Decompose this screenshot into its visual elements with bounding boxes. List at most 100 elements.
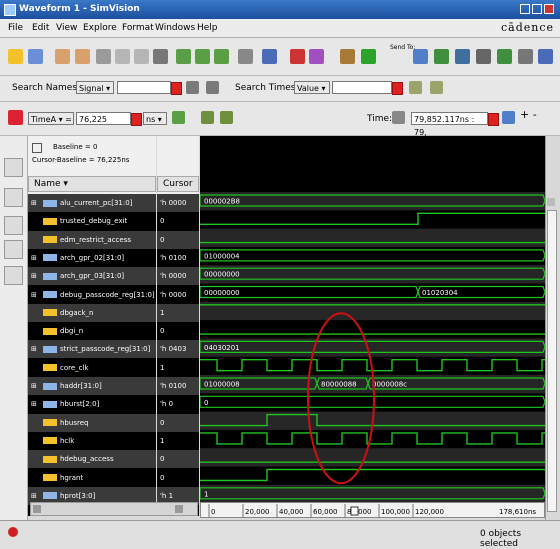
schematic-icon[interactable]: [262, 49, 277, 64]
signal-row-trusted-debug-exit[interactable]: trusted_debug_exit: [28, 212, 156, 231]
vertical-scrollbar[interactable]: [545, 136, 557, 520]
minimize-button[interactable]: [520, 4, 530, 14]
expression-tool-icon[interactable]: [4, 240, 23, 259]
search-times-backward-icon[interactable]: [409, 81, 422, 94]
gear-icon[interactable]: [340, 49, 355, 64]
signal-row-haddr[interactable]: ⊞ haddr[31:0]: [28, 377, 156, 395]
waveform-select-icon[interactable]: [238, 49, 253, 64]
search-names-type-select[interactable]: Signal ▾: [76, 81, 114, 94]
horizontal-scrollbar[interactable]: [30, 502, 198, 516]
send-register-icon[interactable]: [455, 49, 470, 64]
time-a-input[interactable]: 76,225: [76, 112, 131, 125]
search-times-forward-icon[interactable]: [430, 81, 443, 94]
send-list-icon[interactable]: [518, 49, 533, 64]
cursor-flag-icon[interactable]: [8, 110, 23, 125]
save-icon[interactable]: [28, 49, 43, 64]
redo-icon[interactable]: [75, 49, 90, 64]
time-unit-select[interactable]: ns ▾: [143, 112, 167, 125]
signal-row-arch-gpr-02[interactable]: ⊞ arch_gpr_02[31:0]: [28, 248, 156, 267]
paste-icon[interactable]: [134, 49, 149, 64]
overview-ruler[interactable]: 0 20,000 40,000 60,000 80,000 100,000 120,000 1…: [201, 503, 546, 519]
signal-row-strict-passcode-reg[interactable]: ⊞ strict_passcode_reg[31:0]: [28, 340, 156, 359]
time-a-dropdown-button[interactable]: [131, 113, 142, 126]
signal-row-dbgack-n[interactable]: dbgack_n: [28, 303, 156, 322]
scroll-thumb[interactable]: [547, 210, 557, 512]
zoom-magnifier-icon[interactable]: [502, 111, 515, 124]
expand-icon[interactable]: ⊞: [31, 377, 43, 395]
signal-row-hbusreq[interactable]: hbusreq: [28, 413, 156, 432]
send-memory-icon[interactable]: [476, 49, 491, 64]
add-icon[interactable]: [361, 49, 376, 64]
compare-tool-icon[interactable]: [4, 266, 23, 285]
open-design-icon[interactable]: [8, 49, 23, 64]
zoom-tool-icon[interactable]: [4, 158, 23, 177]
signal-name: haddr[31:0]: [60, 382, 102, 390]
search-times-type-select[interactable]: Value ▾: [294, 81, 330, 94]
waveform-time-ruler[interactable]: ,850ns79,860ns79,870ns79,880ns79,890ns79…: [200, 136, 545, 193]
scroll-left-arrow-icon[interactable]: [33, 505, 41, 513]
next-edge-icon[interactable]: [220, 111, 233, 124]
time-range-icon[interactable]: [392, 111, 405, 124]
maximize-button[interactable]: [532, 4, 542, 14]
search-times-dropdown-button[interactable]: [392, 82, 403, 95]
search-times-input[interactable]: [332, 81, 392, 94]
menu-edit[interactable]: Edit: [32, 23, 49, 33]
cursor-column-header[interactable]: Cursor ▾: [157, 176, 199, 203]
close-button[interactable]: [544, 4, 554, 14]
expand-icon[interactable]: ⊞: [31, 194, 43, 212]
waveform-display[interactable]: 000002B8 01000004 00000000 00000000 01020304…: [200, 176, 545, 504]
menu-file[interactable]: File: [8, 23, 23, 33]
expand-icon[interactable]: ⊞: [31, 340, 43, 358]
zoom-out-icon[interactable]: [176, 49, 191, 64]
trace-tool-icon[interactable]: [4, 216, 23, 235]
zoom-in-out-icon[interactable]: + -: [520, 108, 537, 121]
snap-icon[interactable]: [172, 111, 185, 124]
menu-windows[interactable]: Windows: [155, 23, 195, 33]
time-range-dropdown-button[interactable]: [488, 113, 499, 126]
send-schematic-icon[interactable]: [434, 49, 449, 64]
signal-row-alu-current-pc[interactable]: ⊞ alu_current_pc[31:0]: [28, 194, 156, 212]
signal-row-core-clk[interactable]: core_clk: [28, 358, 156, 377]
search-forward-icon[interactable]: [206, 81, 219, 94]
signal-row-hgrant[interactable]: hgrant: [28, 468, 156, 487]
menu-help[interactable]: Help: [197, 23, 218, 33]
send-waveform-icon[interactable]: [538, 49, 553, 64]
expand-icon[interactable]: ⊞: [31, 395, 43, 413]
marker-icon[interactable]: [290, 49, 305, 64]
undo-icon[interactable]: [55, 49, 70, 64]
send-source-icon[interactable]: [413, 49, 428, 64]
expand-icon[interactable]: ⊞: [31, 249, 43, 267]
time-a-select[interactable]: TimeA ▾ =: [28, 112, 74, 125]
expand-icon[interactable]: ⊞: [31, 267, 43, 285]
signal-row-arch-gpr-03[interactable]: ⊞ arch_gpr_03[31:0]: [28, 267, 156, 286]
delete-icon[interactable]: [153, 49, 168, 64]
scroll-right-arrow-icon[interactable]: [175, 505, 183, 513]
time-range-input[interactable]: 79,852.117ns : 79,: [411, 112, 488, 137]
search-names-input[interactable]: [117, 81, 171, 94]
zoom-fit-icon[interactable]: [214, 49, 229, 64]
previous-edge-icon[interactable]: [201, 111, 214, 124]
baseline-label[interactable]: Baseline = 0: [53, 143, 97, 151]
scroll-up-arrow-icon[interactable]: [547, 198, 555, 206]
schematic-tool-icon[interactable]: [4, 188, 23, 207]
copy-icon[interactable]: [115, 49, 130, 64]
name-column-header[interactable]: Name ▾: [28, 176, 156, 192]
signal-row-hburst[interactable]: ⊞ hburst[2:0]: [28, 395, 156, 414]
signal-row-edm-restrict-access[interactable]: edm_restrict_access: [28, 230, 156, 249]
menu-format[interactable]: Format: [122, 23, 154, 33]
signal-row-hclk[interactable]: hclk: [28, 431, 156, 450]
cut-icon[interactable]: [96, 49, 111, 64]
menu-explore[interactable]: Explore: [83, 23, 117, 33]
signal-row-debug-passcode-reg[interactable]: ⊞ debug_passcode_reg[31:0]: [28, 285, 156, 304]
signal-row-dbgi-n[interactable]: dbgi_n: [28, 322, 156, 341]
flag-icon[interactable]: [309, 49, 324, 64]
send-table-icon[interactable]: [497, 49, 512, 64]
zoom-in-icon[interactable]: [195, 49, 210, 64]
signal-row-hdebug-access[interactable]: hdebug_access: [28, 450, 156, 469]
search-backward-icon[interactable]: [186, 81, 199, 94]
expand-icon[interactable]: ⊞: [31, 286, 43, 304]
search-names-dropdown-button[interactable]: [171, 82, 182, 95]
waveform-canvas[interactable]: 000002B8 01000004 00000000 00000000 01020304…: [200, 192, 545, 516]
overview-timeline[interactable]: 0 20,000 40,000 60,000 80,000 100,000 120,000 1…: [200, 502, 545, 518]
menu-view[interactable]: View: [56, 23, 77, 33]
